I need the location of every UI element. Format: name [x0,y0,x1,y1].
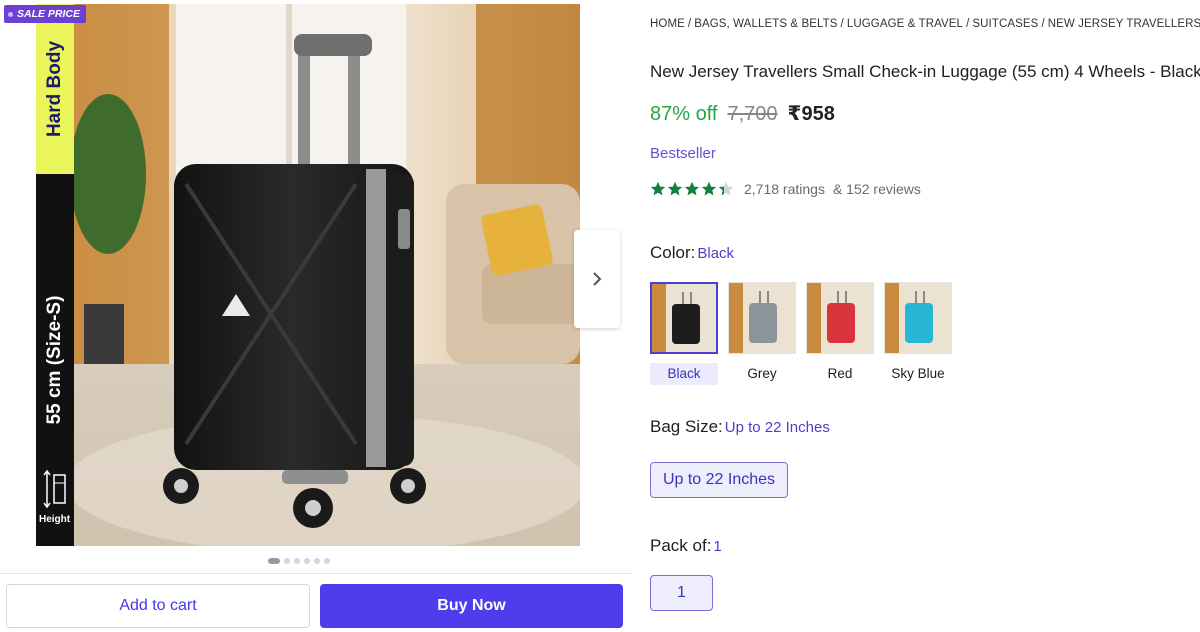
selling-price: ₹958 [787,103,835,125]
feature-strip-top: Hard Body [36,4,74,174]
height-label: Height [39,514,71,525]
product-details: HOME / BAGS, WALLETS & BELTS / LUGGAGE & TRA… [650,0,1200,632]
breadcrumb-home[interactable]: HOME [650,18,685,30]
buy-now-button[interactable]: Buy Now [320,584,623,628]
pack-of-selected-value: 1 [713,538,722,555]
discount-percent: 87% off [650,103,718,125]
bestseller-tag: Bestseller [650,145,716,162]
chevron-right-icon [593,272,602,286]
swatch-label: Sky Blue [891,366,945,381]
sale-price-badge: SALE PRICE [4,5,87,23]
product-title: New Jersey Travellers Small Check-in Lug… [650,62,1200,81]
breadcrumb-suitcases[interactable]: SUITCASES [972,18,1038,30]
color-swatch-black[interactable]: Black [650,282,718,385]
size-label: 55 cm (Size-S) [44,295,65,425]
carousel-dot[interactable] [304,558,310,564]
product-gallery: SALE PRICE Hard Body 55 cm (Size-S) Heig… [0,0,632,632]
suitcase-photo [36,4,580,546]
breadcrumb-luggage[interactable]: LUGGAGE & TRAVEL [847,18,963,30]
color-swatch-grey[interactable]: Grey [728,282,796,385]
bag-size-selected-value: Up to 22 Inches [724,419,830,436]
carousel-dot[interactable] [294,558,300,564]
swatch-thumbnail [806,282,874,354]
carousel-dot[interactable] [324,558,330,564]
bag-size-option[interactable]: Up to 22 Inches [650,462,788,498]
swatch-label: Black [650,363,718,385]
color-label: Color: Black [650,243,734,263]
rating-row[interactable]: 2,718 ratings & 152 reviews [650,181,921,197]
swatch-thumbnail [884,282,952,354]
hard-body-label: Hard Body [44,40,65,138]
badge-dot-icon [8,11,13,17]
feature-strip: Hard Body 55 cm (Size-S) Height [36,4,74,546]
star-icons [650,181,734,196]
add-to-cart-button[interactable]: Add to cart [6,584,310,628]
reviews-count[interactable]: & 152 reviews [833,181,921,197]
feature-strip-bottom: 55 cm (Size-S) Height [36,174,74,546]
next-image-button[interactable] [574,230,620,328]
swatch-label: Grey [747,366,777,381]
bag-size-label: Bag Size: Up to 22 Inches [650,417,830,437]
star-rating [650,181,736,197]
color-swatch-sky-blue[interactable]: Sky Blue [884,282,952,385]
height-icon [43,469,66,509]
breadcrumb-bags[interactable]: BAGS, WALLETS & BELTS [694,18,837,30]
breadcrumb-brand[interactable]: NEW JERSEY TRAVELLERS SUITCASES [1048,18,1200,30]
pack-of-label: Pack of: 1 [650,536,722,556]
swatch-label: Red [827,366,853,381]
cta-divider [0,573,632,574]
carousel-dot[interactable] [268,558,280,564]
carousel-dot[interactable] [284,558,290,564]
product-main-image[interactable] [36,4,580,546]
swatch-thumbnail [728,282,796,354]
swatch-thumbnail [650,282,718,354]
carousel-dot[interactable] [314,558,320,564]
ratings-count[interactable]: 2,718 ratings [744,181,825,197]
bag-size-label-text: Bag Size: [650,417,723,436]
carousel-dots [268,558,330,564]
price-row: 87% off 7,700 ₹958 [650,101,835,126]
color-swatches: Black Grey Red Sky Blue [650,282,952,385]
pack-of-label-text: Pack of: [650,536,712,555]
color-selected-value: Black [697,245,735,262]
breadcrumb: HOME / BAGS, WALLETS & BELTS / LUGGAGE & TRA… [650,18,1200,30]
original-price: 7,700 [727,103,778,125]
pack-of-option[interactable]: 1 [650,575,713,611]
color-swatch-red[interactable]: Red [806,282,874,385]
color-label-text: Color: [650,243,696,262]
sale-badge-label: SALE PRICE [17,8,81,20]
